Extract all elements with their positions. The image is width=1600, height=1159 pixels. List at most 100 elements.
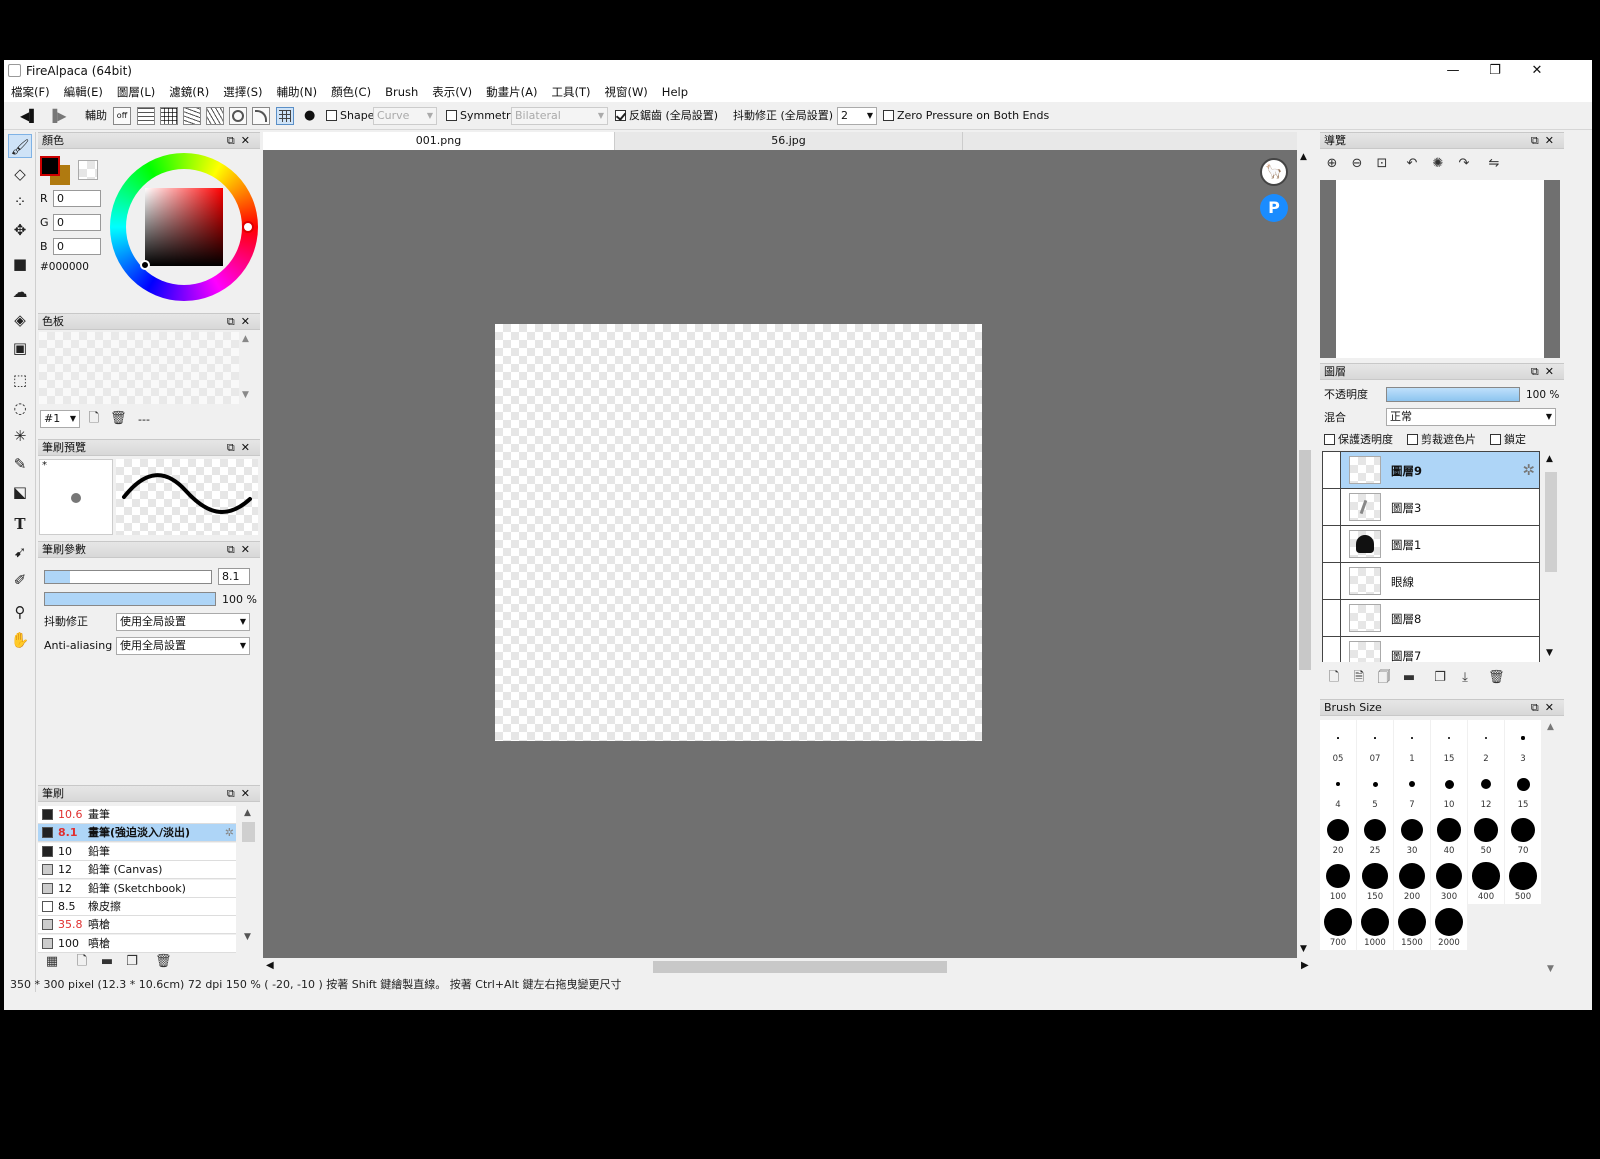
- brush-size-cell[interactable]: 1: [1394, 720, 1430, 766]
- layer-visibility-toggle[interactable]: [1323, 452, 1341, 488]
- brush-size-cell[interactable]: 7: [1394, 766, 1430, 812]
- eyedropper-tool-icon[interactable]: ⚲: [8, 600, 32, 624]
- brush-size-cell[interactable]: 3: [1505, 720, 1541, 766]
- snap-cross-icon[interactable]: [160, 107, 178, 125]
- drawing-canvas[interactable]: [495, 324, 982, 741]
- delete-brush-icon[interactable]: 🗑: [155, 954, 172, 970]
- brush-size-cell[interactable]: 15: [1505, 766, 1541, 812]
- snap-parallel-icon[interactable]: [137, 107, 155, 125]
- brush-size-cell[interactable]: 10: [1431, 766, 1467, 812]
- sv-cursor[interactable]: [140, 260, 150, 270]
- snap-vanish-icon[interactable]: [183, 107, 201, 125]
- brush-size-cell[interactable]: 400: [1468, 858, 1504, 904]
- menu-help[interactable]: Help: [655, 82, 695, 102]
- zoom-out-icon[interactable]: ⊖: [1349, 156, 1365, 172]
- brush-size-cell[interactable]: 4: [1320, 766, 1356, 812]
- delete-layer-icon[interactable]: 🗑: [1488, 670, 1505, 686]
- palette-more[interactable]: ---: [138, 413, 150, 427]
- layer-visibility-toggle[interactable]: [1323, 563, 1341, 599]
- select-pen-tool-icon[interactable]: ✎: [8, 452, 32, 476]
- scroll-up-icon[interactable]: ▲: [244, 808, 251, 818]
- select-eraser-tool-icon[interactable]: ⬕: [8, 480, 32, 504]
- brush-size-cell[interactable]: 07: [1357, 720, 1393, 766]
- brush-item[interactable]: 10.6 畫筆: [38, 806, 236, 824]
- layer-row[interactable]: 圖層1: [1322, 526, 1540, 563]
- layer-list-scrollbar[interactable]: ▲ ▼: [1542, 452, 1560, 662]
- brush-size-cell[interactable]: 15: [1431, 720, 1467, 766]
- menu-brush[interactable]: Brush: [378, 82, 425, 102]
- brush-size-cell[interactable]: 300: [1431, 858, 1467, 904]
- new-layer-8bit-icon[interactable]: 🗎: [1351, 670, 1367, 686]
- menu-animation[interactable]: 動畫片(A): [479, 82, 544, 102]
- duplicate-layer-icon[interactable]: ❐: [1432, 670, 1448, 686]
- layer-visibility-toggle[interactable]: [1323, 489, 1341, 525]
- panel-buttons[interactable]: ⧉✕: [227, 440, 256, 455]
- brush-item[interactable]: 35.8 噴槍: [38, 916, 236, 935]
- symmetry-select[interactable]: Bilateral ▼: [511, 107, 608, 125]
- delete-palette-icon[interactable]: 🗑: [110, 411, 127, 427]
- hand-tool-icon[interactable]: ✋: [8, 628, 32, 652]
- panel-buttons[interactable]: ⧉✕: [227, 786, 256, 801]
- stabilizer-select[interactable]: 2 ▼: [837, 107, 877, 125]
- layer-visibility-toggle[interactable]: [1323, 526, 1341, 562]
- text-tool-icon[interactable]: T: [8, 512, 32, 536]
- brush-size-cell[interactable]: 25: [1357, 812, 1393, 858]
- menu-filter[interactable]: 濾鏡(R): [162, 82, 216, 102]
- rotate-right-icon[interactable]: ↷: [1456, 156, 1472, 172]
- hscroll-thumb[interactable]: [653, 961, 947, 973]
- shape-select[interactable]: Curve ▼: [373, 107, 437, 125]
- brush-size-cell[interactable]: 200: [1394, 858, 1430, 904]
- alpaca-mascot-icon[interactable]: 🦙: [1260, 158, 1288, 186]
- lock-checkbox[interactable]: 鎖定: [1490, 433, 1526, 447]
- palette-select[interactable]: #1 ▼: [40, 410, 80, 428]
- snap-radial-icon[interactable]: [206, 107, 224, 125]
- foreground-color-swatch[interactable]: [40, 156, 60, 176]
- menu-layer[interactable]: 圖層(L): [110, 82, 162, 102]
- scroll-down-icon[interactable]: ▼: [244, 932, 251, 942]
- brush-size-cell[interactable]: 20: [1320, 812, 1356, 858]
- g-field[interactable]: 0: [53, 214, 101, 231]
- panel-buttons[interactable]: ⧉✕: [227, 542, 256, 557]
- snap-curve-icon[interactable]: [252, 107, 270, 125]
- zero-pressure-checkbox[interactable]: Zero Pressure on Both Ends: [883, 107, 1049, 125]
- protect-alpha-checkbox[interactable]: 保護透明度: [1324, 433, 1393, 447]
- scroll-down-icon[interactable]: ▼: [1300, 944, 1307, 954]
- saturation-value-square[interactable]: [145, 188, 223, 266]
- menu-select[interactable]: 選擇(S): [216, 82, 269, 102]
- layer-visibility-toggle[interactable]: [1323, 600, 1341, 636]
- panel-buttons[interactable]: ⧉✕: [1531, 364, 1560, 379]
- brush-size-cell[interactable]: 5: [1357, 766, 1393, 812]
- brush-tool-icon[interactable]: 🖌: [8, 134, 32, 158]
- hue-cursor[interactable]: [242, 221, 254, 233]
- snap-off-icon[interactable]: off: [113, 107, 131, 125]
- scroll-up-icon[interactable]: ▲: [1300, 152, 1307, 162]
- palette-scroll-down-icon[interactable]: ▼: [242, 390, 249, 400]
- menu-color[interactable]: 顏色(C): [324, 82, 378, 102]
- canvas-vscrollbar[interactable]: ▲ ▼: [1297, 150, 1313, 958]
- menu-edit[interactable]: 編輯(E): [57, 82, 110, 102]
- divide-tool-icon[interactable]: ✐: [8, 568, 32, 592]
- dot-tool-icon[interactable]: ⁘: [8, 190, 32, 214]
- operation-tool-icon[interactable]: ➹: [8, 540, 32, 564]
- tab-001[interactable]: 001.png: [263, 132, 615, 150]
- panel-buttons[interactable]: ⧉✕: [1531, 133, 1560, 148]
- gradient-tool-icon[interactable]: ▣: [8, 336, 32, 360]
- brush-size-field[interactable]: 8.1: [218, 568, 250, 585]
- prev-icon[interactable]: ◀▌: [20, 107, 38, 125]
- brush-size-cell[interactable]: 1000: [1357, 904, 1393, 950]
- menu-file[interactable]: 檔案(F): [4, 82, 57, 102]
- zoom-fit-icon[interactable]: ⊡: [1374, 156, 1390, 172]
- new-layer-1bit-icon[interactable]: 🗍: [1376, 670, 1392, 686]
- menu-window[interactable]: 視窗(W): [597, 82, 654, 102]
- new-palette-icon[interactable]: 🗋: [86, 411, 102, 427]
- symmetry-checkbox[interactable]: Symmetry: [446, 107, 517, 125]
- scroll-up-icon[interactable]: ▲: [1547, 722, 1554, 732]
- vscroll-thumb[interactable]: [1299, 450, 1311, 670]
- scroll-thumb[interactable]: [242, 822, 255, 842]
- magic-wand-tool-icon[interactable]: ✳: [8, 424, 32, 448]
- brush-size-cell[interactable]: 50: [1468, 812, 1504, 858]
- brush-item[interactable]: 10 鉛筆: [38, 842, 236, 861]
- select-rect-tool-icon[interactable]: ⬚: [8, 368, 32, 392]
- new-layer-icon[interactable]: 🗋: [1326, 670, 1342, 686]
- layer-row[interactable]: 圖層9 ✲: [1322, 452, 1540, 489]
